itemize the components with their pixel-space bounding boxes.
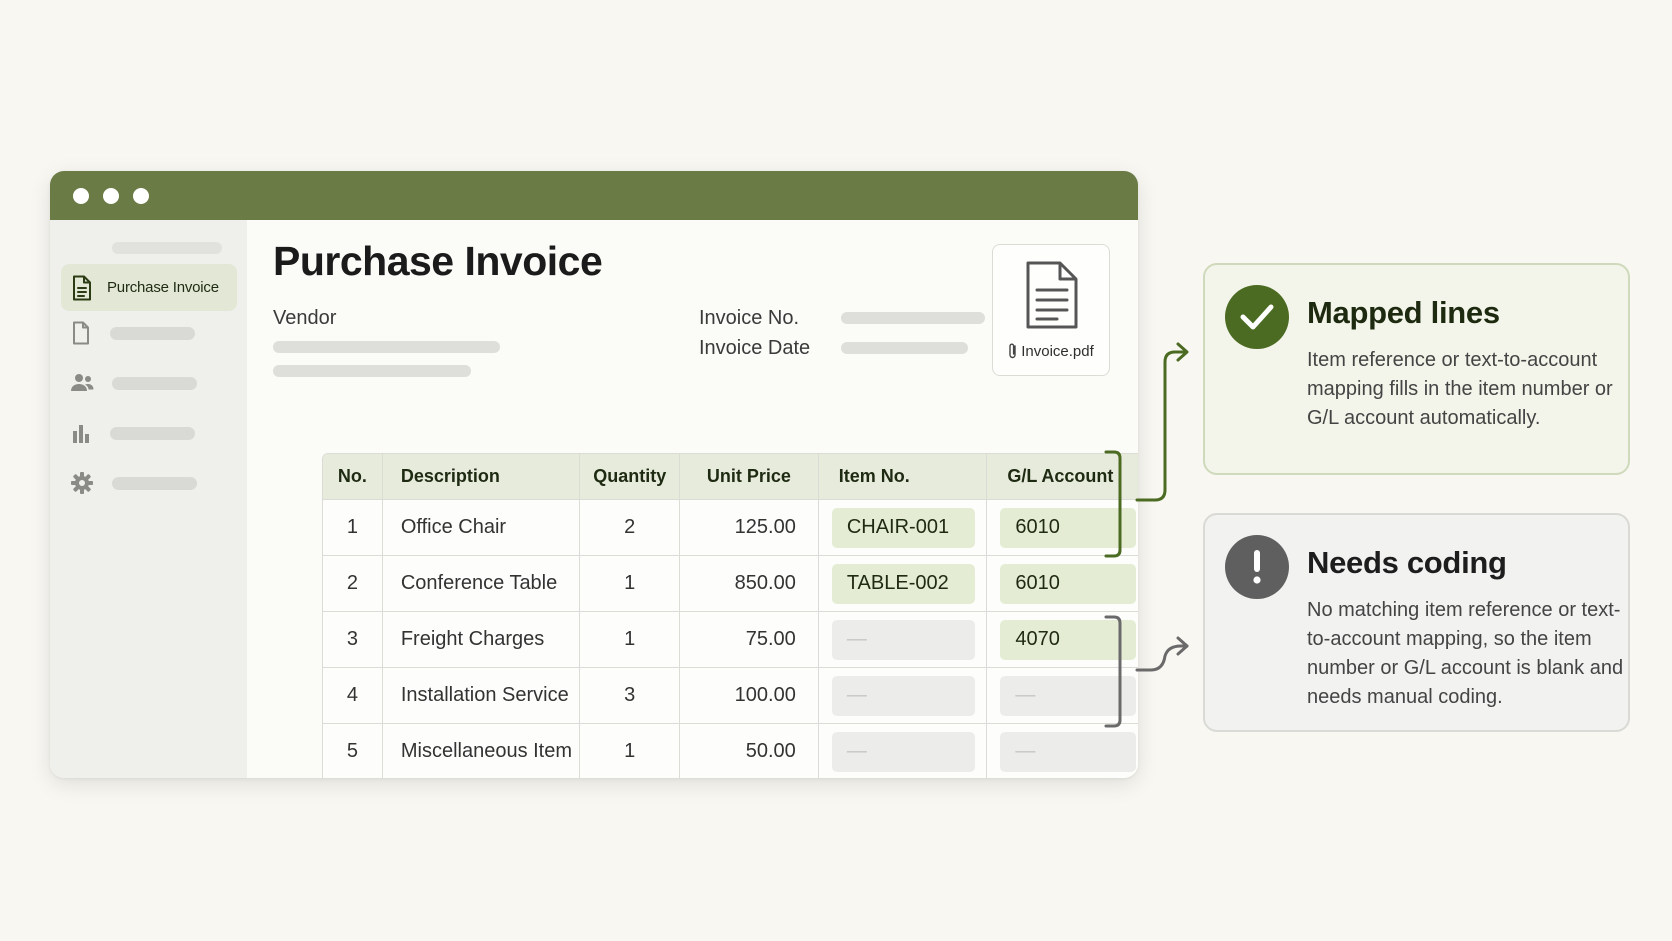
check-icon <box>1240 304 1274 330</box>
exclamation-icon <box>1253 550 1261 584</box>
callout-title: Needs coding <box>1307 545 1507 580</box>
callout-body: Item reference or text-to-account mappin… <box>1307 349 1613 429</box>
mapped-bracket <box>1104 342 1189 558</box>
mapped-lines-callout: Mapped lines Item reference or text-to-a… <box>1203 263 1630 475</box>
needs-coding-callout: Needs coding No matching item reference … <box>1203 513 1630 732</box>
callout-body: No matching item reference or text-to-ac… <box>1307 599 1624 708</box>
callout-title: Mapped lines <box>1307 295 1500 330</box>
needs-coding-bracket <box>1104 615 1189 728</box>
